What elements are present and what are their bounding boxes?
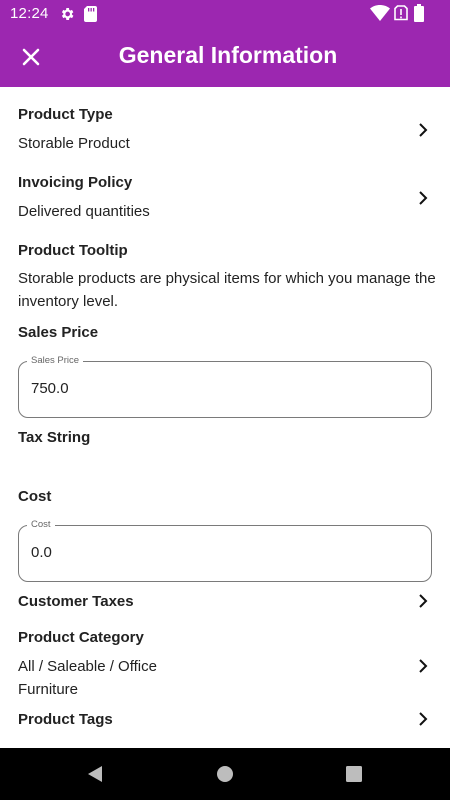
product-type-value: Storable Product bbox=[18, 135, 130, 152]
chevron-right-icon bbox=[419, 594, 428, 608]
app-bar: General Information bbox=[0, 27, 450, 87]
product-category-value-line2: Furniture bbox=[18, 681, 79, 698]
back-icon bbox=[88, 766, 102, 782]
chevron-right-icon bbox=[419, 191, 428, 205]
sales-price-field-label: Sales Price bbox=[27, 355, 84, 366]
sales-price-input[interactable] bbox=[31, 380, 411, 397]
page-title: General Information bbox=[118, 42, 338, 68]
home-button[interactable] bbox=[214, 763, 236, 785]
invoicing-policy-row[interactable]: Invoicing Policy Delivered quantities bbox=[0, 165, 450, 227]
cost-label: Cost bbox=[18, 488, 52, 505]
cost-field[interactable]: Cost bbox=[18, 519, 432, 582]
cost-field-label: Cost bbox=[27, 519, 55, 530]
recents-icon bbox=[346, 766, 362, 782]
product-tooltip-text: Storable products are physical items for… bbox=[18, 270, 436, 310]
product-tags-row[interactable]: Product Tags bbox=[0, 705, 450, 733]
product-tags-label: Product Tags bbox=[18, 711, 113, 728]
chevron-right-icon bbox=[419, 659, 428, 673]
product-category-label: Product Category bbox=[18, 629, 144, 646]
product-type-row[interactable]: Product Type Storable Product bbox=[0, 97, 450, 159]
general-information-form: Product Type Storable Product Invoicing … bbox=[0, 87, 450, 748]
system-nav-bar bbox=[0, 748, 450, 800]
status-time: 12:24 bbox=[10, 5, 49, 22]
product-category-row[interactable]: Product Category All / Saleable / Office… bbox=[0, 623, 450, 701]
sales-price-label: Sales Price bbox=[18, 324, 99, 341]
chevron-right-icon bbox=[419, 123, 428, 137]
product-type-label: Product Type bbox=[18, 106, 113, 123]
status-bar: 12:24 bbox=[0, 0, 450, 27]
back-button[interactable] bbox=[84, 763, 106, 785]
recents-button[interactable] bbox=[343, 763, 365, 785]
tax-string-label: Tax String bbox=[18, 429, 91, 446]
invoicing-policy-label: Invoicing Policy bbox=[18, 174, 133, 191]
sd-card-icon bbox=[84, 6, 97, 22]
customer-taxes-label: Customer Taxes bbox=[18, 593, 134, 610]
no-sim-icon bbox=[394, 5, 408, 21]
settings-icon bbox=[61, 8, 74, 20]
chevron-right-icon bbox=[419, 712, 428, 726]
customer-taxes-row[interactable]: Customer Taxes bbox=[0, 587, 450, 615]
wifi-icon bbox=[370, 5, 390, 21]
product-tooltip-label: Product Tooltip bbox=[18, 242, 128, 259]
invoicing-policy-value: Delivered quantities bbox=[18, 203, 150, 220]
cost-input[interactable] bbox=[31, 544, 411, 561]
home-icon bbox=[217, 766, 233, 782]
sales-price-field[interactable]: Sales Price bbox=[18, 355, 432, 418]
product-category-value-line1: All / Saleable / Office bbox=[18, 658, 157, 675]
battery-icon bbox=[414, 4, 424, 22]
